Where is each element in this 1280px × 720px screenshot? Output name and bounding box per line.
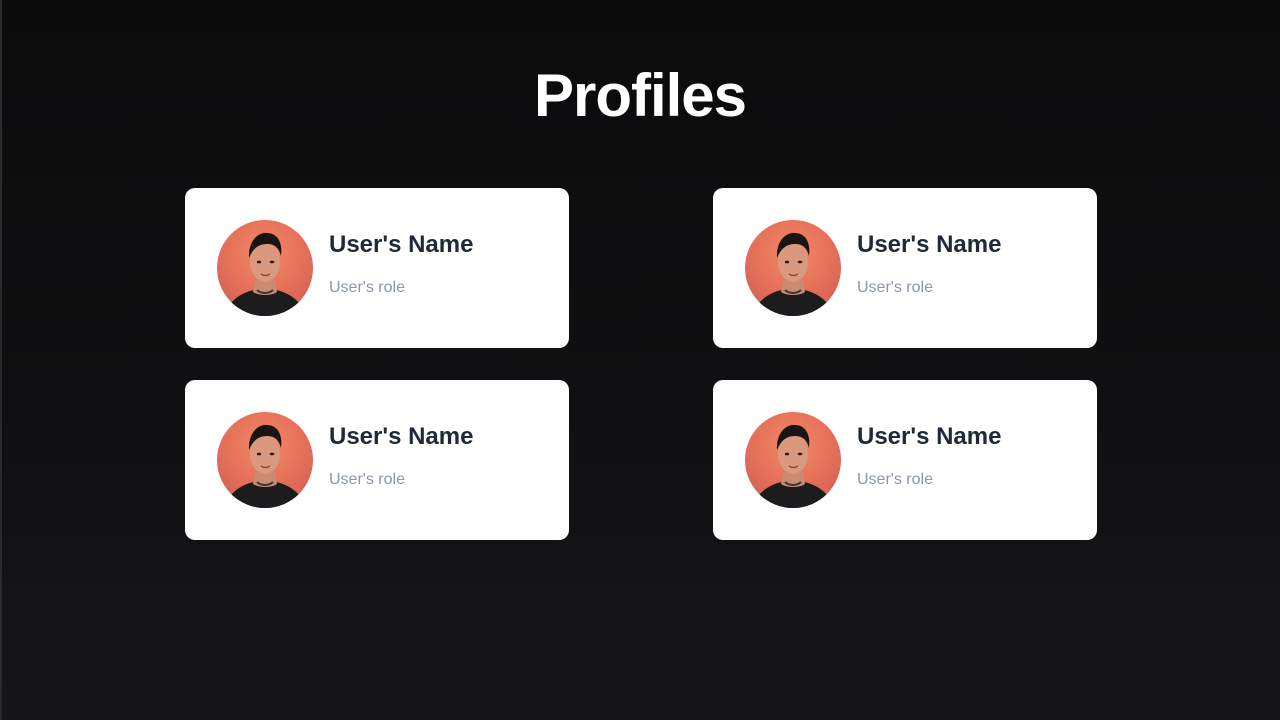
page-title: Profiles: [533, 62, 747, 129]
user-avatar-photo-icon: [753, 424, 833, 508]
profile-name: User's Name: [857, 423, 1002, 450]
avatar: [217, 412, 313, 508]
user-avatar-photo-icon: [225, 424, 305, 508]
avatar: [217, 220, 313, 316]
profiles-grid: User's Name User's role User's Name User…: [185, 188, 1097, 540]
profile-name: User's Name: [857, 231, 1002, 258]
profile-card[interactable]: User's Name User's role: [713, 188, 1097, 348]
profile-name: User's Name: [329, 423, 474, 450]
user-avatar-photo-icon: [225, 232, 305, 316]
avatar: [745, 412, 841, 508]
profile-role: User's role: [857, 279, 933, 296]
profile-card[interactable]: User's Name User's role: [713, 380, 1097, 540]
profile-role: User's role: [857, 471, 933, 488]
profile-role: User's role: [329, 279, 405, 296]
profile-name: User's Name: [329, 231, 474, 258]
user-avatar-photo-icon: [753, 232, 833, 316]
profile-card[interactable]: User's Name User's role: [185, 188, 569, 348]
avatar: [745, 220, 841, 316]
profile-card[interactable]: User's Name User's role: [185, 380, 569, 540]
profile-role: User's role: [329, 471, 405, 488]
